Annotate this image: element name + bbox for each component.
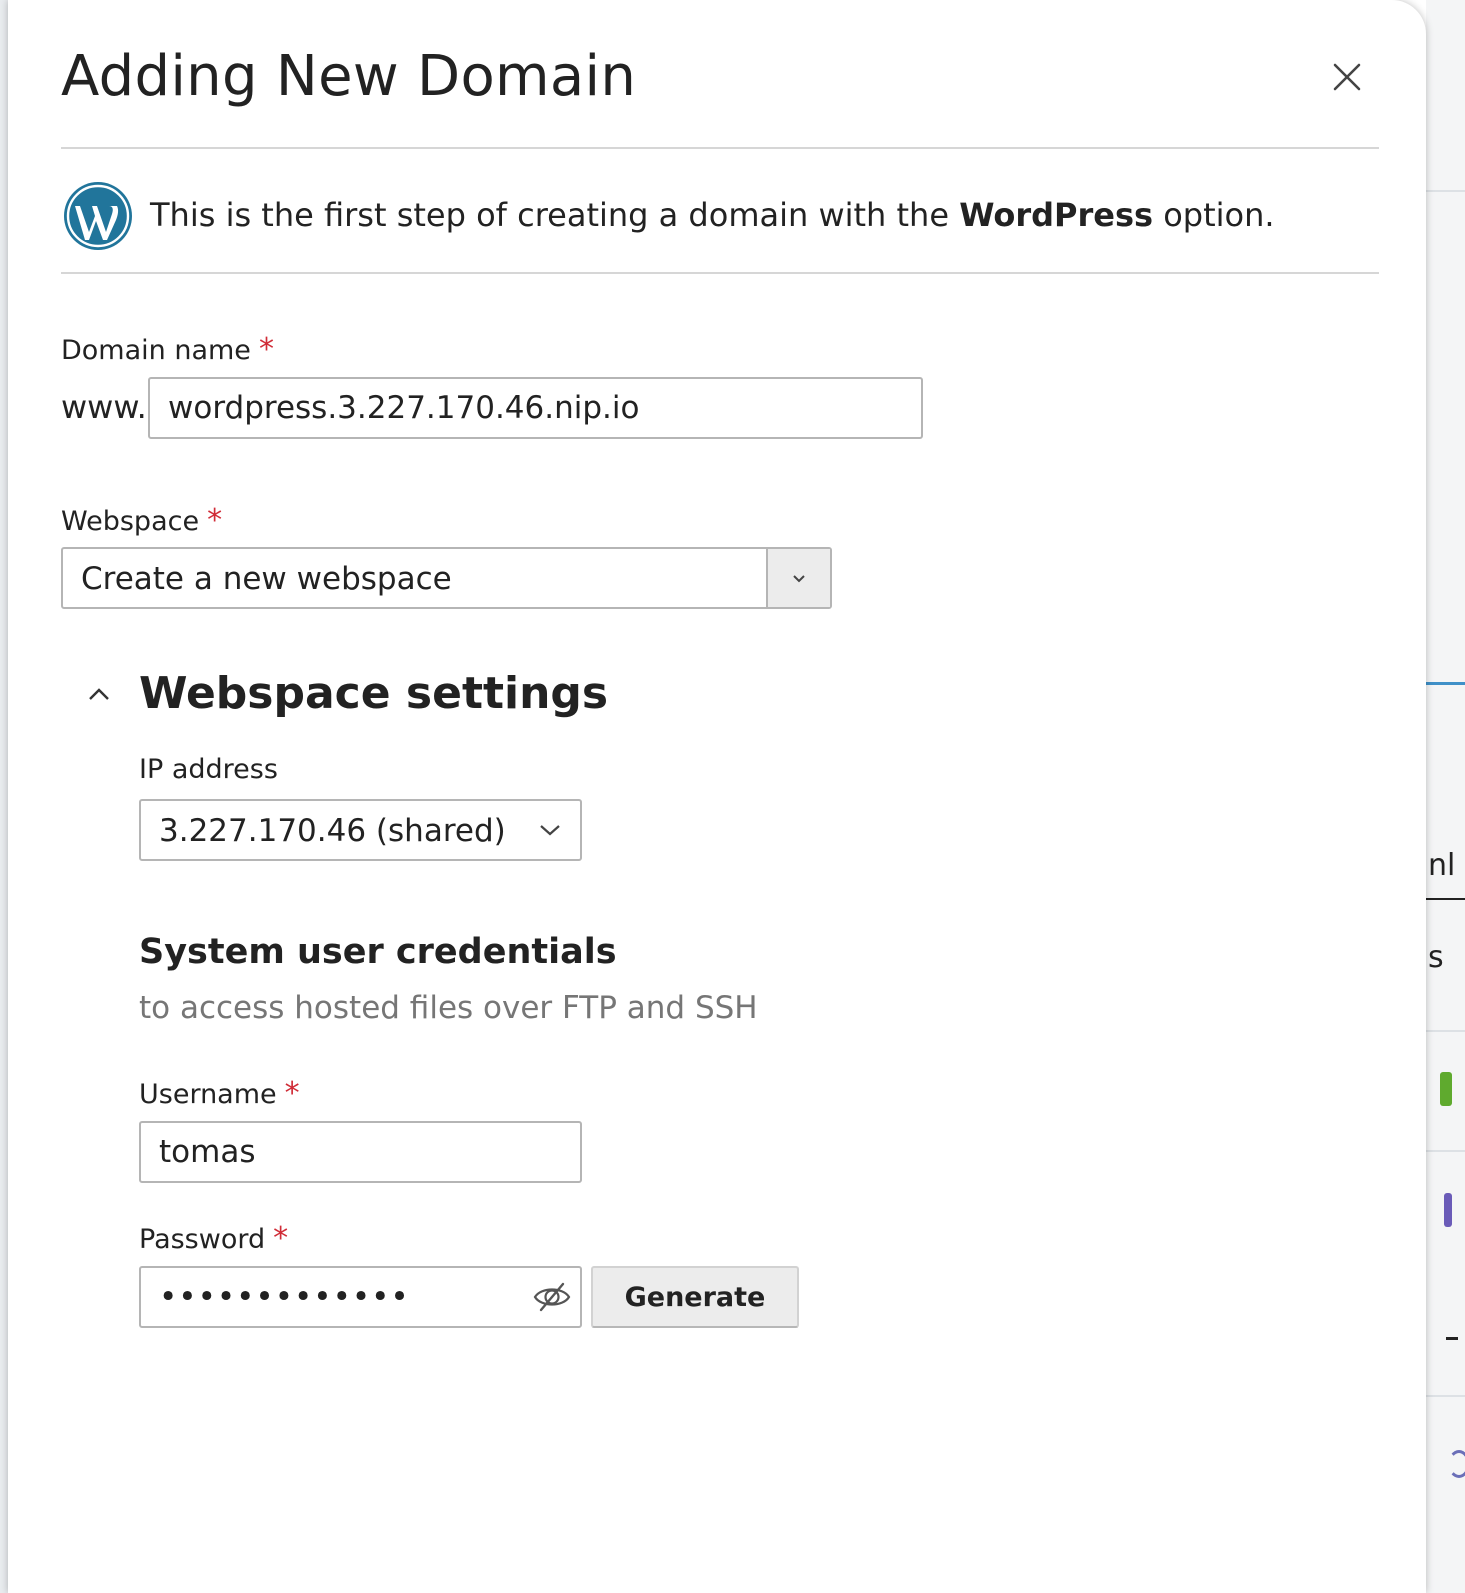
webspace-selected-value: Create a new webspace (81, 561, 452, 597)
chevron-down-icon (793, 575, 805, 583)
close-button[interactable] (1328, 58, 1366, 96)
domain-name-label-text: Domain name (61, 335, 251, 366)
username-input[interactable] (139, 1121, 582, 1183)
password-label-text: Password (139, 1224, 266, 1255)
required-indicator: * (207, 503, 223, 538)
chevron-down-icon (540, 825, 560, 836)
eye-slash-icon[interactable] (532, 1277, 572, 1317)
credentials-title: System user credentials (139, 932, 617, 972)
webspace-label: Webspace * (61, 503, 222, 538)
password-label: Password * (139, 1221, 288, 1256)
domain-name-input[interactable] (148, 377, 923, 439)
ip-address-select[interactable]: 3.227.170.46 (shared) (139, 799, 582, 861)
webspace-label-text: Webspace (61, 506, 200, 537)
header-divider (61, 147, 1379, 149)
password-input[interactable] (139, 1266, 582, 1328)
webspace-dropdown-button[interactable] (766, 549, 830, 607)
required-indicator: * (284, 1076, 300, 1111)
wordpress-intro-text: This is the first step of creating a dom… (150, 196, 1275, 234)
dialog-title: Adding New Domain (61, 44, 637, 109)
intro-text-after: option. (1153, 196, 1275, 234)
wordpress-logo-icon (64, 182, 132, 250)
credentials-hint: to access hosted files over FTP and SSH (139, 990, 758, 1026)
ip-address-selected-value: 3.227.170.46 (shared) (159, 813, 506, 849)
webspace-settings-title: Webspace settings (139, 668, 609, 719)
webspace-select[interactable]: Create a new webspace (61, 547, 832, 609)
intro-divider (61, 272, 1379, 274)
domain-name-label: Domain name * (61, 332, 274, 367)
generate-password-button[interactable]: Generate (591, 1266, 799, 1328)
domain-www-prefix: www. (61, 388, 147, 426)
add-domain-dialog: Adding New Domain This is the first step… (8, 0, 1426, 1593)
username-label-text: Username (139, 1079, 277, 1110)
intro-text-before: This is the first step of creating a dom… (150, 196, 960, 234)
intro-text-bold: WordPress (959, 196, 1154, 234)
background-app-right-edge: nl s (1426, 0, 1465, 1593)
required-indicator: * (273, 1221, 289, 1256)
ip-address-label: IP address (139, 754, 278, 785)
chevron-up-icon[interactable] (86, 682, 112, 708)
close-icon (1333, 63, 1361, 91)
background-text-fragment: s (1428, 940, 1444, 975)
required-indicator: * (258, 332, 274, 367)
background-text-fragment: nl (1428, 848, 1456, 883)
username-label: Username * (139, 1076, 300, 1111)
